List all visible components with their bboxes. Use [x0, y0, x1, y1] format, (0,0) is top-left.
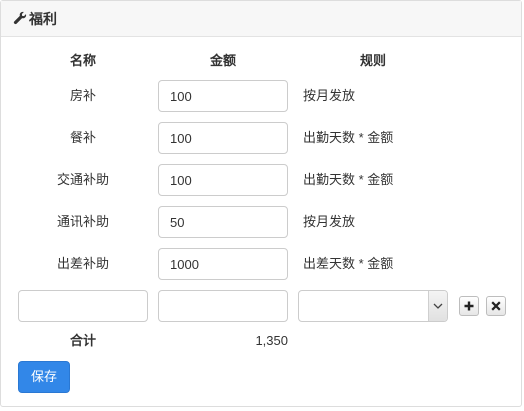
row-rule: 出勤天数 * 金额 — [303, 172, 394, 187]
row-rule: 出勤天数 * 金额 — [303, 130, 394, 145]
amount-input[interactable] — [158, 164, 288, 196]
row-name: 房补 — [69, 88, 96, 103]
remove-row-button[interactable] — [486, 296, 506, 316]
column-header-name: 名称 — [69, 53, 96, 68]
total-label: 合计 — [69, 333, 96, 348]
row-name: 餐补 — [69, 130, 96, 145]
amount-input[interactable] — [158, 80, 288, 112]
chevron-down-icon — [433, 303, 443, 309]
amount-input[interactable] — [158, 122, 288, 154]
row-rule: 出差天数 * 金额 — [303, 256, 394, 271]
row-name: 通讯补助 — [56, 214, 109, 229]
welfare-panel: 福利 名称 金额 规则 房补 按月发放 餐补 出勤天数 * 金额 交通补助 出勤… — [0, 0, 522, 407]
times-icon — [491, 301, 501, 311]
save-button[interactable]: 保存 — [18, 361, 70, 393]
wrench-icon — [13, 11, 27, 25]
column-header-amount: 金额 — [209, 53, 236, 68]
add-row-button[interactable] — [459, 296, 479, 316]
row-name: 出差补助 — [56, 256, 109, 271]
column-header-rule: 规则 — [359, 53, 386, 68]
row-rule: 按月发放 — [303, 88, 356, 103]
plus-icon — [464, 301, 474, 311]
select-toggle[interactable] — [428, 291, 447, 321]
total-value: 1,350 — [255, 333, 288, 348]
row-name: 交通补助 — [56, 172, 109, 187]
amount-input[interactable] — [158, 206, 288, 238]
panel-title: 福利 — [29, 11, 57, 27]
new-name-input[interactable] — [18, 290, 148, 322]
new-amount-input[interactable] — [158, 290, 288, 322]
panel-heading: 福利 — [1, 1, 521, 37]
rule-select[interactable] — [298, 290, 448, 322]
amount-input[interactable] — [158, 248, 288, 280]
row-rule: 按月发放 — [303, 214, 356, 229]
